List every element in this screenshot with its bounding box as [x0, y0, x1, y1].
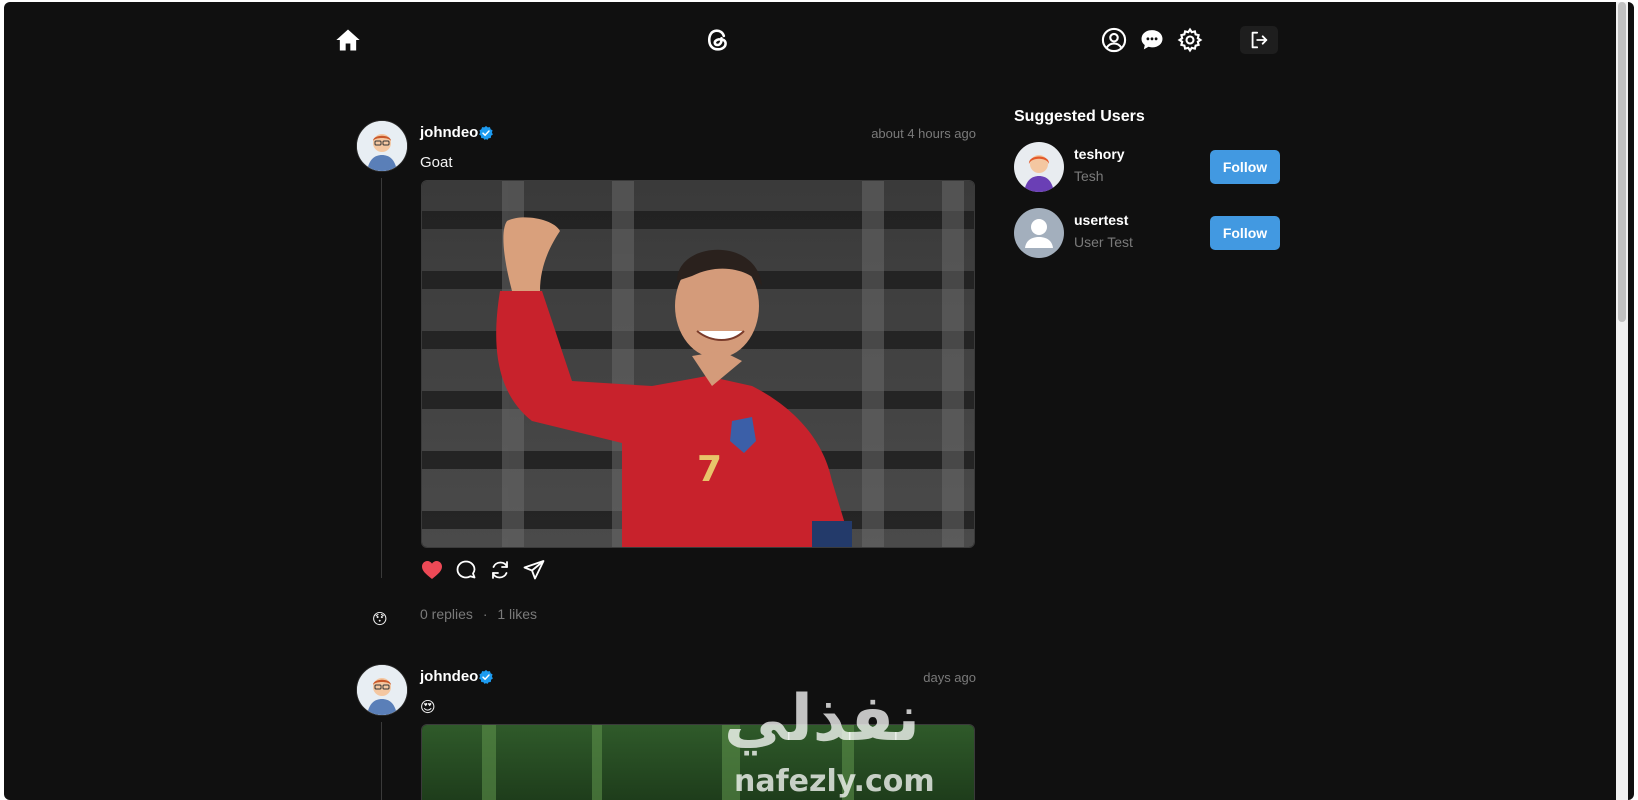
repost-icon [492, 561, 508, 579]
post-stats: 0 replies · 1 likes [420, 606, 543, 622]
suggested-username[interactable]: teshory [1074, 146, 1125, 162]
heart-icon [422, 561, 442, 579]
suggested-name: Tesh [1074, 168, 1104, 184]
reply-avatar-emoji: 😯 [372, 611, 388, 628]
logout-button[interactable] [1240, 26, 1278, 54]
home-icon[interactable] [334, 26, 362, 54]
svg-text:7: 7 [697, 449, 722, 490]
thread-line [381, 178, 382, 578]
post-text: Goat [420, 154, 453, 171]
logout-icon [1251, 31, 1268, 49]
suggested-username[interactable]: usertest [1074, 212, 1128, 228]
post-actions [420, 558, 546, 582]
send-icon [523, 560, 545, 580]
post-timestamp: days ago [923, 670, 976, 685]
watermark-arabic: نفذلي [724, 682, 920, 756]
comment-icon [456, 560, 476, 579]
post-card: johndeo about 4 hours ago Goat 7 😯 0 rep… [356, 120, 976, 628]
reply-button[interactable] [454, 558, 478, 582]
follow-button[interactable]: Follow [1210, 150, 1280, 184]
avatar[interactable] [356, 120, 408, 172]
replies-count[interactable]: 0 replies [420, 606, 473, 622]
gear-icon[interactable] [1176, 26, 1204, 54]
scrollbar-thumb[interactable] [1618, 2, 1626, 322]
post-image[interactable]: 7 [421, 180, 975, 548]
verified-badge-icon [479, 670, 493, 684]
post-username[interactable]: johndeo [420, 668, 478, 685]
share-button[interactable] [522, 558, 546, 582]
follow-button[interactable]: Follow [1210, 216, 1280, 250]
verified-badge-icon [479, 126, 493, 140]
avatar[interactable] [356, 664, 408, 716]
stats-separator: · [482, 606, 488, 622]
watermark-latin: nafezly.com [734, 764, 935, 799]
chat-bubbles-icon[interactable] [1138, 26, 1166, 54]
suggested-user-row: teshory Tesh Follow [1014, 142, 1280, 194]
post-timestamp: about 4 hours ago [871, 126, 976, 141]
default-avatar-icon[interactable] [1014, 208, 1064, 258]
suggested-name: User Test [1074, 234, 1133, 250]
post-text: 😍 [420, 699, 436, 716]
repost-button[interactable] [488, 558, 512, 582]
threads-logo-icon[interactable] [704, 26, 732, 54]
suggested-user-row: usertest User Test Follow [1014, 208, 1280, 260]
suggested-users-title: Suggested Users [1014, 108, 1145, 125]
thread-line [381, 722, 382, 800]
user-circle-icon[interactable] [1100, 26, 1128, 54]
avatar[interactable] [1014, 142, 1064, 192]
post-username[interactable]: johndeo [420, 124, 478, 141]
app-window: johndeo about 4 hours ago Goat 7 😯 0 rep… [4, 2, 1634, 800]
like-button[interactable] [420, 558, 444, 582]
likes-count[interactable]: 1 likes [497, 606, 537, 622]
